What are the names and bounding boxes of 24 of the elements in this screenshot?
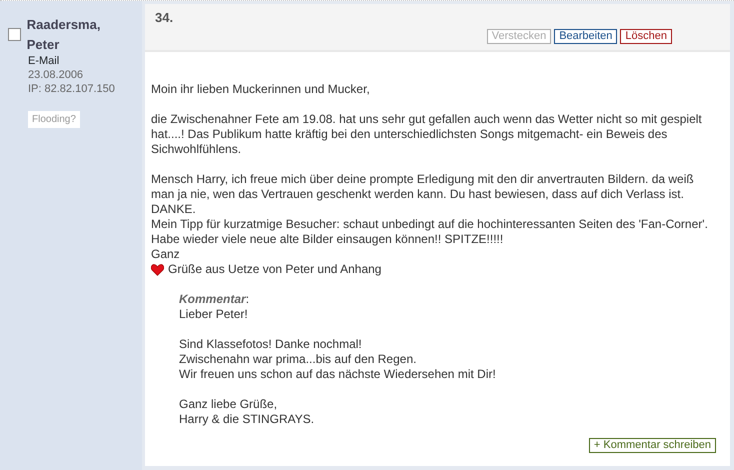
email-link[interactable]: E-Mail	[28, 55, 60, 67]
comment-text: Sind Klassefotos! Danke nochmal!	[179, 337, 362, 351]
comment-text: Lieber Peter!	[179, 307, 248, 321]
message-text: Ganz	[151, 247, 180, 261]
date-text: 23.08.2006	[28, 69, 84, 81]
heart-icon	[151, 264, 164, 276]
entry-number: 34.	[155, 10, 174, 25]
message-text: Moin ihr lieben Muckerinnen und Mucker,	[151, 82, 370, 96]
message-text: Mein Tipp für kurzatmige Besucher: schaut unbedingt auf die hochinteressanten Seiten des 'Fan-Corner'.	[151, 217, 708, 231]
author-name: Raadersma, Peter	[26, 16, 102, 54]
comment-text: Harry & die STINGRAYS.	[179, 412, 314, 426]
action-button[interactable]: Bearbeiten	[554, 29, 618, 44]
comment-text: Zwischenahn war prima...bis auf den Regen.	[179, 352, 416, 366]
greeting-text: Grüße aus Uetze von Peter und Anhang	[168, 262, 382, 277]
action-button[interactable]: Löschen	[620, 29, 672, 44]
message-text: Habe wieder viele neue alte Bilder einsaugen können!! SPITZE!!!!!	[151, 232, 504, 246]
message-text: Mensch Harry, ich freue mich über deine prompte Erledigung mit den dir anvertrauten Bildern. da weiß man ja nie, wen das Vertrauen geschenkt werden kann. Du hast bewiesen, dass auf dich Verlass ist. DANKE.	[151, 172, 694, 216]
comment-text: Ganz liebe Grüße,	[179, 397, 278, 411]
comment-text: Wir freuen uns schon auf das nächste Wiedersehen mit Dir!	[179, 367, 496, 381]
message-text: die Zwischenahner Fete am 19.08. hat uns sehr gut gefallen auch wenn das Wetter nicht so mit gespielt hat....! Das Publikum hatte kräftig bei den unterschiedlichsten Songs mitgemacht- ein Beweis des Sichwohlfühlens.	[151, 112, 702, 156]
comment-label: Kommentar:	[179, 292, 250, 306]
add-comment-button[interactable]: + Kommentar schreiben	[588, 438, 716, 453]
ip-text: IP: 82.82.107.150	[28, 83, 115, 95]
checkbox[interactable]	[8, 28, 21, 41]
